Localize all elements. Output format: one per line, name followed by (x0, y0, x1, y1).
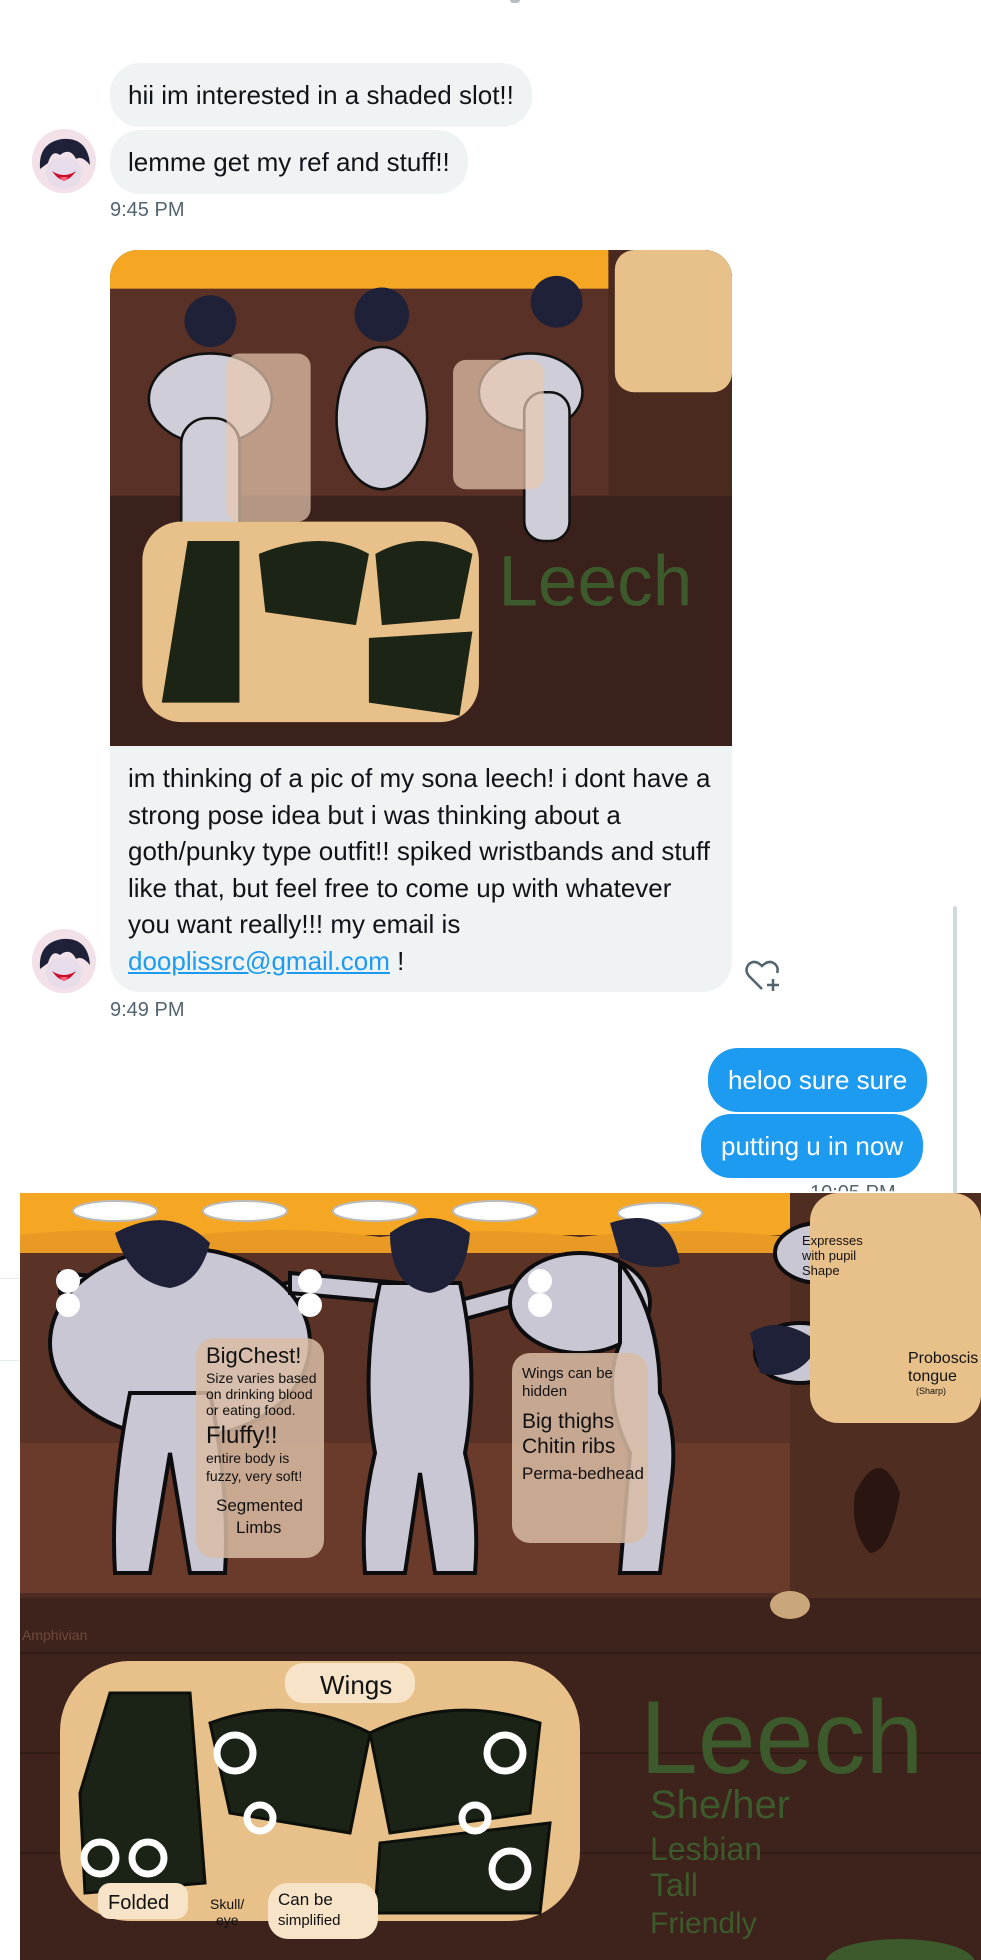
artist-signature: Amphivian (22, 1627, 87, 1643)
note-bedhead: Perma-bedhead (522, 1464, 644, 1483)
skull-label: Skull/ (210, 1896, 244, 1912)
note-pupil-line: Expresses (802, 1233, 863, 1248)
avatar-icon[interactable] (32, 929, 96, 993)
folded-label: Folded (108, 1892, 169, 1914)
timestamp-1: 9:45 PM (110, 199, 185, 221)
note-seg-line: Segmented (216, 1496, 303, 1515)
reference-sheet-fullview[interactable]: BigChest! Size varies based on drinking … (20, 1193, 981, 1960)
timestamp-2: 9:49 PM (110, 999, 185, 1021)
avatar-icon[interactable] (32, 129, 96, 193)
top-edge (0, 0, 981, 6)
caption-body: im thinking of a pic of my sona leech! i… (128, 763, 711, 939)
caption-end: ! (389, 945, 405, 976)
character-pronouns: She/her (650, 1783, 790, 1827)
character-trait: Tall (650, 1867, 698, 1903)
divider-line (0, 1278, 20, 1279)
note-proboscis-line: Proboscis (908, 1350, 978, 1367)
divider-line (0, 1360, 20, 1361)
message-bubble-2[interactable]: lemme get my ref and stuff!! (110, 130, 468, 194)
reply-bubble-1[interactable]: heloo sure sure (708, 1048, 928, 1112)
scrollbar[interactable] (953, 906, 957, 1196)
caption-text: im thinking of a pic of my sona leech! i… (128, 760, 718, 979)
email-link[interactable]: dooplissrc@gmail.com (128, 946, 390, 976)
note-thighs: Big thighs (522, 1410, 614, 1433)
character-trait: Friendly (650, 1907, 757, 1940)
reference-image-attachment[interactable]: Leech (110, 250, 732, 746)
reply-bubble-2[interactable]: putting u in now (701, 1114, 924, 1178)
wings-label: Wings (320, 1670, 392, 1700)
top-dot (510, 0, 520, 3)
skull-label: eye (216, 1912, 239, 1928)
note-pupil-line: with pupil (801, 1248, 856, 1263)
note-wings-line: hidden (522, 1383, 567, 1400)
note-fluffy-line: fuzzy, very soft! (206, 1468, 302, 1484)
note-chest-title: BigChest! (206, 1343, 301, 1368)
simplified-label: Can be (278, 1890, 333, 1909)
message-bubble-caption[interactable]: im thinking of a pic of my sona leech! i… (110, 746, 732, 992)
message-bubble-1[interactable]: hii im interested in a shaded slot!! (110, 63, 532, 127)
note-proboscis-line: (Sharp) (916, 1386, 946, 1396)
note-chitin: Chitin ribs (522, 1435, 615, 1458)
note-wings-line: Wings can be (522, 1365, 613, 1382)
simplified-label: simplified (278, 1912, 341, 1929)
character-name: Leech (640, 1680, 923, 1796)
note-chest-line: Size varies based (206, 1370, 317, 1386)
character-trait: Lesbian (650, 1831, 762, 1867)
svg-text:Leech: Leech (498, 543, 692, 622)
note-chest-line: on drinking blood (206, 1386, 313, 1402)
note-chest-line: or eating food. (206, 1402, 296, 1418)
note-seg-line: Limbs (236, 1518, 281, 1537)
note-fluffy-title: Fluffy!! (206, 1422, 278, 1449)
note-proboscis-line: tongue (908, 1368, 957, 1385)
note-fluffy-line: entire body is (206, 1450, 289, 1466)
note-pupil-line: Shape (802, 1263, 840, 1278)
heart-plus-icon[interactable] (742, 955, 782, 995)
